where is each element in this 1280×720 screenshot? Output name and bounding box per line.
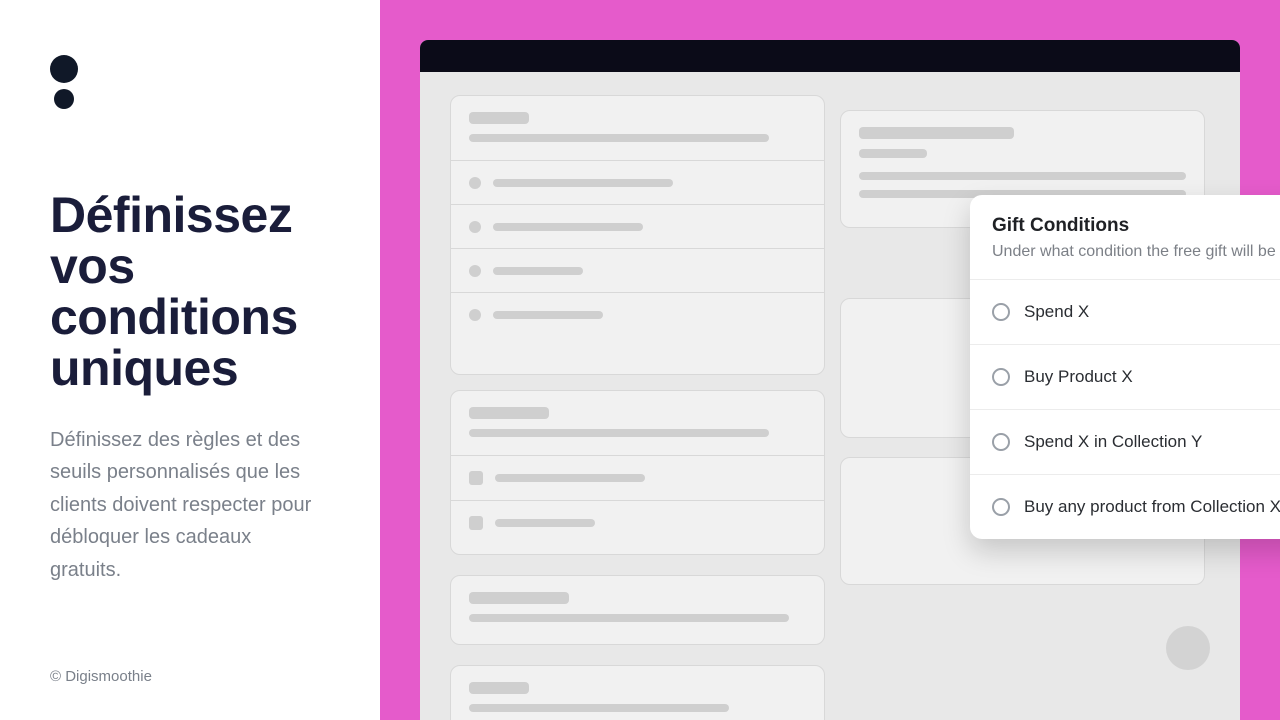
subheadline-text: Définissez des règles et des seuils pers… bbox=[50, 424, 320, 586]
window-titlebar bbox=[420, 40, 1240, 72]
option-buy-from-collection-x[interactable]: Buy any product from Collection X bbox=[970, 475, 1280, 539]
sidebar-panel: Définissez vos conditions uniques Défini… bbox=[0, 0, 380, 720]
option-label: Buy Product X bbox=[1024, 367, 1133, 387]
skeleton-card bbox=[450, 665, 825, 720]
option-label: Buy any product from Collection X bbox=[1024, 497, 1280, 517]
option-label: Spend X bbox=[1024, 302, 1089, 322]
skeleton-card bbox=[450, 95, 825, 375]
radio-icon bbox=[992, 368, 1010, 386]
dialog-title: Gift Conditions bbox=[992, 215, 1280, 237]
option-buy-product-x[interactable]: Buy Product X bbox=[970, 345, 1280, 410]
floating-action-button[interactable] bbox=[1166, 626, 1210, 670]
radio-icon bbox=[992, 303, 1010, 321]
dialog-subtitle: Under what condition the free gift will … bbox=[992, 243, 1280, 261]
preview-panel: Gift Conditions Under what condition the… bbox=[380, 0, 1280, 720]
option-spend-x-collection-y[interactable]: Spend X in Collection Y bbox=[970, 410, 1280, 475]
option-label: Spend X in Collection Y bbox=[1024, 432, 1202, 452]
option-spend-x[interactable]: Spend X bbox=[970, 280, 1280, 345]
radio-icon bbox=[992, 498, 1010, 516]
skeleton-card bbox=[450, 575, 825, 645]
headline-text: Définissez vos conditions uniques bbox=[50, 190, 320, 394]
copyright-text: © Digismoothie bbox=[50, 668, 152, 685]
skeleton-card bbox=[450, 390, 825, 555]
gift-conditions-dialog: Gift Conditions Under what condition the… bbox=[970, 195, 1280, 539]
radio-icon bbox=[992, 433, 1010, 451]
brand-logo-icon bbox=[50, 55, 80, 115]
